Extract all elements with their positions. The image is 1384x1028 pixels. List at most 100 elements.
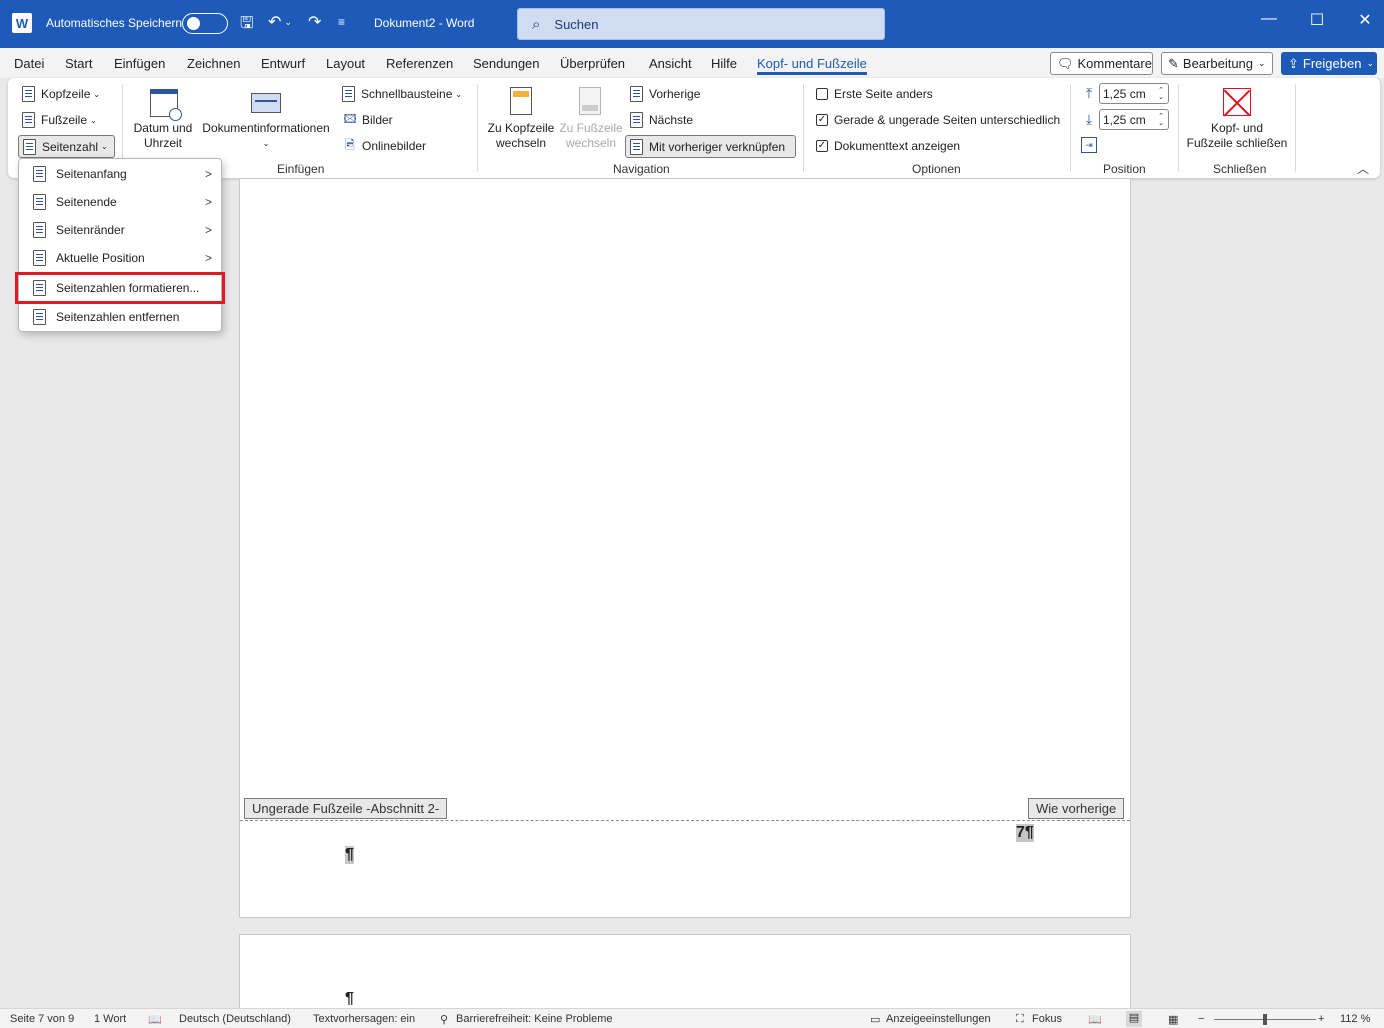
spinner-arrows-icon[interactable]: ⌃ ⌄	[1158, 113, 1168, 127]
date-time-button[interactable]: Datum und Uhrzeit	[126, 121, 200, 151]
close-window-icon[interactable]: ✕	[1342, 10, 1384, 30]
document-info-button[interactable]: Dokumentinformationen ⌄	[198, 121, 334, 151]
previous-button[interactable]: Vorherige	[630, 86, 700, 102]
chevron-right-icon: >	[204, 223, 212, 237]
page-number-button[interactable]: Seitenzahl ⌄	[18, 135, 115, 158]
close-header-footer-icon[interactable]	[1223, 88, 1251, 116]
menu-item-format-page-numbers[interactable]: Seitenzahlen formatieren...	[15, 272, 225, 304]
tab-start[interactable]: Start	[65, 56, 92, 71]
remove-page-numbers-icon	[33, 309, 46, 325]
web-layout-icon[interactable]: ▦	[1168, 1013, 1178, 1026]
comments-button[interactable]: 🗨 Kommentare	[1050, 52, 1153, 75]
menu-item-top-of-page[interactable]: Seitenanfang >	[19, 160, 221, 188]
different-first-page-checkbox[interactable]: Erste Seite anders	[816, 87, 933, 101]
accessibility-icon: ⚲	[440, 1014, 449, 1026]
insert-alignment-tab-icon[interactable]: ⇥	[1081, 137, 1097, 153]
autosave-toggle[interactable]	[182, 13, 228, 34]
footer-position-input[interactable]: 1,25 cm ⌃ ⌄	[1099, 109, 1169, 130]
chevron-down-icon: ⌄	[101, 142, 108, 151]
header-position-input[interactable]: 1,25 cm ⌃ ⌄	[1099, 83, 1169, 104]
spinner-arrows-icon[interactable]: ⌃ ⌄	[1158, 87, 1168, 101]
next-button[interactable]: Nächste	[630, 112, 693, 128]
tab-ansicht[interactable]: Ansicht	[649, 56, 692, 71]
quick-parts-button[interactable]: Schnellbausteine ⌄	[342, 86, 462, 102]
pictures-button[interactable]: 🖾 Bilder	[342, 111, 392, 128]
checkbox-unchecked-icon	[816, 88, 828, 100]
undo-icon[interactable]: ↶ ⌄	[268, 12, 292, 32]
tab-datei[interactable]: Datei	[14, 56, 44, 71]
tab-hilfe[interactable]: Hilfe	[711, 56, 737, 71]
tab-referenzen[interactable]: Referenzen	[386, 56, 453, 71]
header-button[interactable]: Kopfzeile ⌄	[22, 86, 100, 102]
menu-item-page-margins[interactable]: Seitenränder >	[19, 216, 221, 244]
different-odd-even-checkbox[interactable]: ✓ Gerade & ungerade Seiten unterschiedlic…	[816, 113, 1060, 127]
search-box[interactable]: ⌕ Suchen	[517, 8, 885, 40]
tab-kopf-und-fusszeile[interactable]: Kopf- und Fußzeile	[757, 56, 867, 75]
pencil-icon: ✎	[1168, 55, 1179, 71]
next-document-page[interactable]	[239, 934, 1131, 1014]
show-document-text-checkbox[interactable]: ✓ Dokumenttext anzeigen	[816, 139, 960, 153]
group-label-close: Schließen	[1213, 162, 1267, 176]
footer-boundary-line	[240, 820, 1130, 821]
chevron-down-icon: ⌄	[1258, 58, 1266, 68]
status-words[interactable]: 1 Wort	[94, 1013, 126, 1025]
footer-icon	[22, 112, 35, 128]
maximize-icon[interactable]: ☐	[1294, 10, 1340, 30]
minimize-icon[interactable]: —	[1246, 10, 1292, 28]
header-paragraph-mark[interactable]: ¶	[345, 990, 354, 1008]
goto-header-icon[interactable]	[509, 86, 533, 116]
link-to-previous-button[interactable]: Mit vorheriger verknüpfen	[625, 135, 796, 158]
menu-item-bottom-of-page[interactable]: Seitenende >	[19, 188, 221, 216]
page-number-icon	[23, 138, 36, 155]
search-placeholder: Suchen	[554, 16, 599, 32]
save-icon[interactable]: 🖫	[240, 12, 254, 39]
customize-quick-access-icon[interactable]: ≡	[338, 15, 345, 29]
tab-entwurf[interactable]: Entwurf	[261, 56, 305, 71]
page-number-menu: Seitenanfang > Seitenende > Seitenränder > …	[15, 158, 225, 332]
search-icon: ⌕	[532, 15, 541, 33]
close-header-footer-button[interactable]: Kopf- und Fußzeile schließen	[1184, 121, 1290, 151]
tab-layout[interactable]: Layout	[326, 56, 365, 71]
status-display-settings[interactable]: Anzeigeeinstellungen	[886, 1013, 991, 1025]
redo-icon[interactable]: ↷	[308, 12, 321, 32]
goto-footer-button: Zu Fußzeile wechseln	[559, 121, 623, 150]
tab-ueberpruefen[interactable]: Überprüfen	[560, 56, 625, 71]
status-text-predictions[interactable]: Textvorhersagen: ein	[313, 1013, 415, 1025]
tab-einfuegen[interactable]: Einfügen	[114, 56, 165, 71]
menu-item-remove-page-numbers[interactable]: Seitenzahlen entfernen	[19, 303, 221, 331]
document-info-icon[interactable]	[250, 86, 282, 120]
read-mode-icon[interactable]: 📖	[1088, 1013, 1102, 1026]
picture-icon: 🖾	[343, 111, 357, 126]
tab-sendungen[interactable]: Sendungen	[473, 56, 540, 71]
tab-zeichnen[interactable]: Zeichnen	[187, 56, 240, 71]
menu-item-current-position[interactable]: Aktuelle Position >	[19, 244, 221, 272]
calendar-clock-icon[interactable]	[148, 86, 182, 121]
link-icon	[630, 138, 643, 155]
share-button[interactable]: ⇪ Freigeben ⌄	[1281, 52, 1377, 75]
footer-position-icon: ⤓	[1085, 110, 1093, 127]
chevron-right-icon: >	[204, 251, 212, 265]
zoom-in-icon[interactable]: +	[1318, 1013, 1324, 1025]
group-label-navigation: Navigation	[613, 162, 670, 176]
online-pictures-button[interactable]: 🖻 Onlinebilder	[342, 138, 426, 154]
display-settings-icon: ▭	[870, 1014, 881, 1026]
editing-button[interactable]: ✎ Bearbeitung ⌄	[1161, 52, 1273, 75]
group-label-options: Optionen	[912, 162, 961, 176]
status-accessibility[interactable]: Barrierefreiheit: Keine Probleme	[456, 1013, 613, 1025]
status-page[interactable]: Seite 7 von 9	[10, 1013, 74, 1025]
print-layout-icon[interactable]: ▤	[1126, 1011, 1142, 1027]
footer-button[interactable]: Fußzeile ⌄	[22, 112, 97, 128]
zoom-out-icon[interactable]: −	[1198, 1013, 1204, 1025]
page-number-field[interactable]: 7¶	[1016, 824, 1034, 842]
autosave-label: Automatisches Speichern	[46, 16, 183, 30]
goto-header-button[interactable]: Zu Kopfzeile wechseln	[484, 121, 558, 151]
zoom-slider[interactable]	[1214, 1014, 1316, 1025]
proofing-icon[interactable]: 📖	[148, 1013, 162, 1026]
status-language[interactable]: Deutsch (Deutschland)	[179, 1013, 291, 1025]
status-focus[interactable]: Fokus	[1032, 1013, 1062, 1025]
chevron-down-icon: ⌄	[455, 89, 463, 99]
status-zoom[interactable]: 112 %	[1340, 1013, 1370, 1025]
chevron-right-icon: >	[204, 195, 212, 209]
collapse-ribbon-icon[interactable]: ︿	[1357, 160, 1369, 177]
footer-paragraph-mark[interactable]: ¶	[345, 846, 354, 864]
